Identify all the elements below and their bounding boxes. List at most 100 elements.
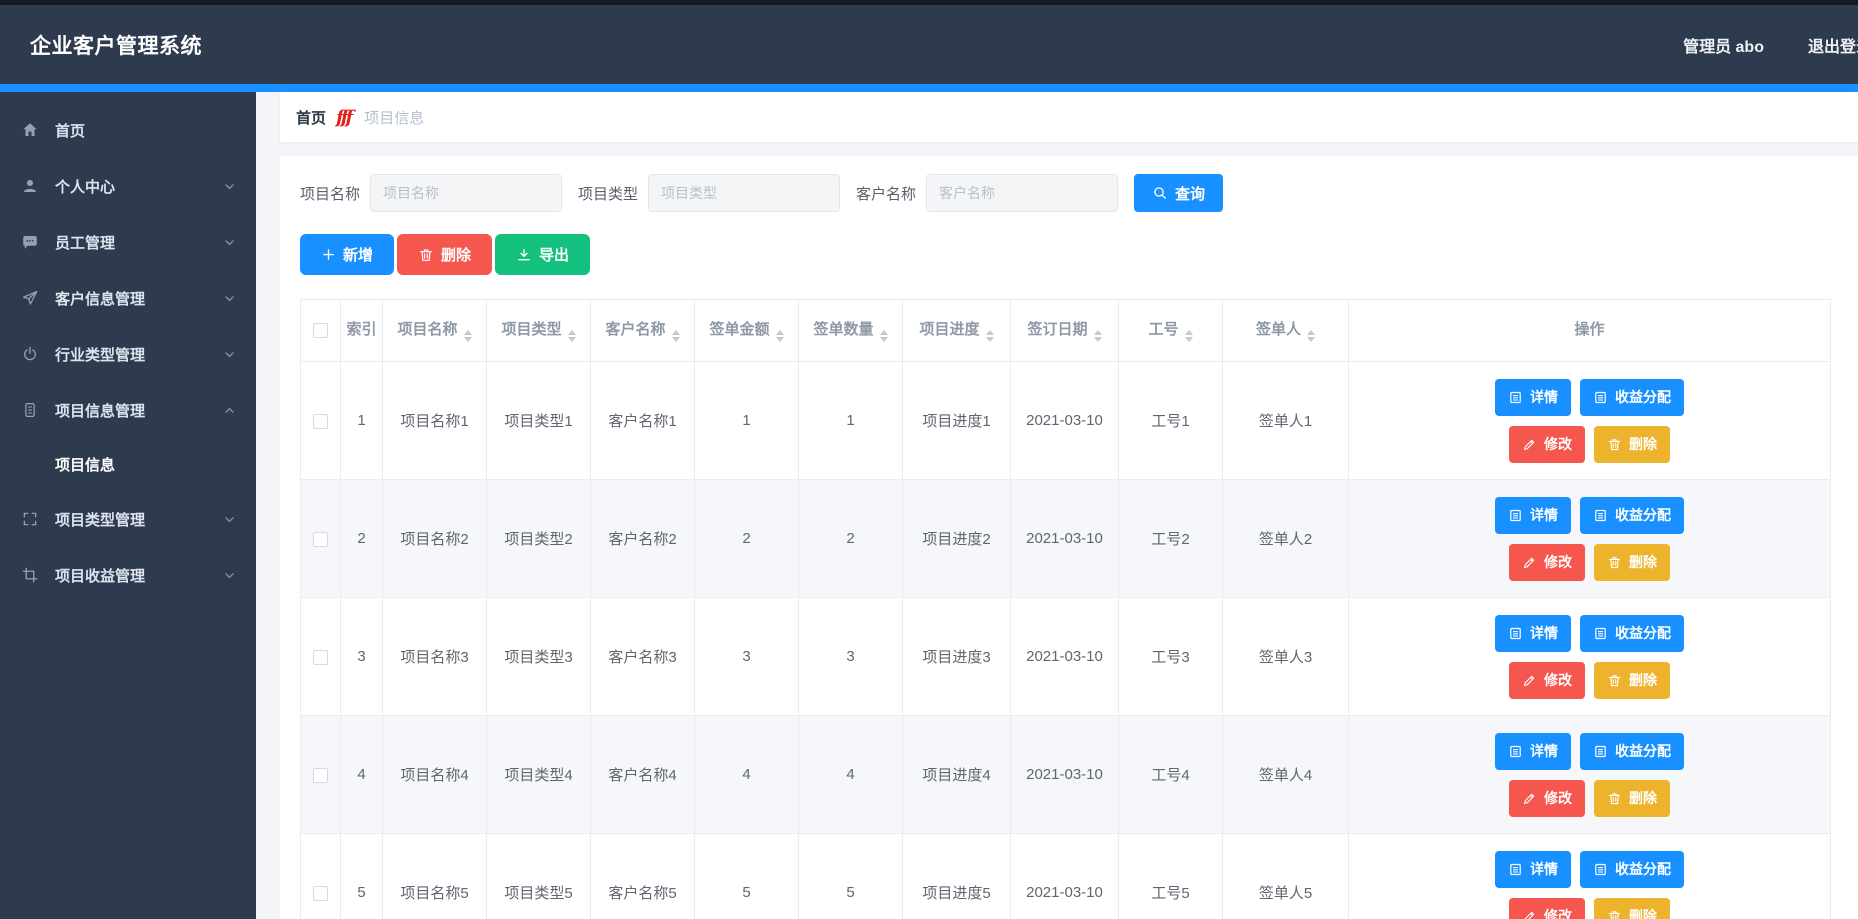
table-row: 2 项目名称2 项目类型2 客户名称2 2 2 项目进度2 2021-03-10… [301,480,1831,598]
edit-button[interactable]: 修改 [1509,662,1585,699]
pencil-icon [1522,909,1537,919]
row-delete-button[interactable]: 删除 [1594,898,1670,919]
content-area: 首页 fff 项目信息 项目名称 项目类型 客户名称 [256,92,1858,919]
sidebar-item-project-info-mgmt[interactable]: 项目信息管理 [0,382,256,438]
search-form: 项目名称 项目类型 客户名称 查询 [300,174,1830,212]
cell-index: 2 [341,480,383,598]
export-button[interactable]: 导出 [495,234,590,275]
row-checkbox[interactable] [313,650,328,665]
row-checkbox[interactable] [313,414,328,429]
crop-icon [20,565,40,585]
cell-project-progress: 项目进度5 [903,834,1011,919]
document-icon [1593,508,1608,523]
edit-button[interactable]: 修改 [1509,898,1585,919]
row-checkbox[interactable] [313,768,328,783]
row-delete-button[interactable]: 删除 [1594,426,1670,463]
sidebar-item-employee-mgmt[interactable]: 员工管理 [0,214,256,270]
chevron-down-icon [223,180,236,193]
header-project-progress[interactable]: 项目进度 [903,300,1011,362]
table-row: 3 项目名称3 项目类型3 客户名称3 3 3 项目进度3 2021-03-10… [301,598,1831,716]
add-button[interactable]: 新增 [300,234,394,275]
table-row: 1 项目名称1 项目类型1 客户名称1 1 1 项目进度1 2021-03-10… [301,362,1831,480]
sort-icon[interactable] [880,330,888,342]
pencil-icon [1522,791,1537,806]
cell-customer-name: 客户名称1 [591,362,695,480]
project-type-input[interactable] [648,174,840,212]
header-sign-date[interactable]: 签订日期 [1011,300,1119,362]
cell-customer-name: 客户名称5 [591,834,695,919]
edit-button[interactable]: 修改 [1509,426,1585,463]
detail-button[interactable]: 详情 [1495,851,1571,888]
document-icon [1593,744,1608,759]
breadcrumb-current: 项目信息 [364,107,424,128]
chevron-up-icon [223,404,236,417]
chevron-down-icon [223,569,236,582]
delete-button[interactable]: 删除 [397,234,492,275]
header-signer[interactable]: 签单人 [1223,300,1349,362]
cell-signer: 签单人1 [1223,362,1349,480]
document-icon [1593,862,1608,877]
cell-sign-quantity: 4 [799,716,903,834]
cell-sign-quantity: 2 [799,480,903,598]
project-type-label: 项目类型 [578,183,638,204]
sort-icon[interactable] [568,330,576,342]
detail-button[interactable]: 详情 [1495,379,1571,416]
header-project-type[interactable]: 项目类型 [487,300,591,362]
sidebar-item-home[interactable]: 首页 [0,102,256,158]
row-delete-button[interactable]: 删除 [1594,544,1670,581]
header-sign-amount[interactable]: 签单金额 [695,300,799,362]
sidebar-item-industry-type-mgmt[interactable]: 行业类型管理 [0,326,256,382]
sidebar-item-project-income-mgmt[interactable]: 项目收益管理 [0,547,256,603]
row-checkbox[interactable] [313,886,328,901]
cell-customer-name: 客户名称4 [591,716,695,834]
sort-icon[interactable] [1185,330,1193,342]
current-user[interactable]: 管理员 abo [1683,33,1764,57]
edit-button[interactable]: 修改 [1509,780,1585,817]
detail-button[interactable]: 详情 [1495,733,1571,770]
income-allocation-button[interactable]: 收益分配 [1580,615,1684,652]
income-allocation-button[interactable]: 收益分配 [1580,379,1684,416]
select-all-checkbox[interactable] [313,323,328,338]
header-sign-quantity[interactable]: 签单数量 [799,300,903,362]
cell-sign-amount: 1 [695,362,799,480]
query-button[interactable]: 查询 [1134,174,1223,212]
logout-link[interactable]: 退出登录 [1808,33,1858,57]
row-select-cell [301,598,341,716]
cell-signer: 签单人4 [1223,716,1349,834]
row-checkbox[interactable] [313,532,328,547]
income-allocation-button[interactable]: 收益分配 [1580,851,1684,888]
row-delete-button[interactable]: 删除 [1594,780,1670,817]
sort-icon[interactable] [776,330,784,342]
header-work-no[interactable]: 工号 [1119,300,1223,362]
sidebar-item-project-type-mgmt[interactable]: 项目类型管理 [0,491,256,547]
sort-icon[interactable] [672,330,680,342]
edit-button[interactable]: 修改 [1509,544,1585,581]
send-icon [20,288,40,308]
sort-icon[interactable] [1094,330,1102,342]
document-icon [1508,862,1523,877]
header-project-name[interactable]: 项目名称 [383,300,487,362]
select-all-cell [301,300,341,362]
brackets-icon [20,509,40,529]
customer-name-input[interactable] [926,174,1118,212]
income-allocation-button[interactable]: 收益分配 [1580,497,1684,534]
cell-customer-name: 客户名称3 [591,598,695,716]
breadcrumb-home[interactable]: 首页 [296,107,326,128]
income-allocation-button[interactable]: 收益分配 [1580,733,1684,770]
home-icon [20,120,40,140]
sidebar-item-customer-info-mgmt[interactable]: 客户信息管理 [0,270,256,326]
detail-button[interactable]: 详情 [1495,497,1571,534]
sort-icon[interactable] [464,330,472,342]
cell-signer: 签单人2 [1223,480,1349,598]
header-customer-name[interactable]: 客户名称 [591,300,695,362]
sidebar-subitem-project-info[interactable]: 项目信息 [0,438,256,491]
cell-project-type: 项目类型4 [487,716,591,834]
sort-icon[interactable] [1307,330,1315,342]
plus-icon [321,247,336,262]
sort-icon[interactable] [986,330,994,342]
cell-sign-date: 2021-03-10 [1011,834,1119,919]
detail-button[interactable]: 详情 [1495,615,1571,652]
sidebar-item-personal-center[interactable]: 个人中心 [0,158,256,214]
project-name-input[interactable] [370,174,562,212]
row-delete-button[interactable]: 删除 [1594,662,1670,699]
